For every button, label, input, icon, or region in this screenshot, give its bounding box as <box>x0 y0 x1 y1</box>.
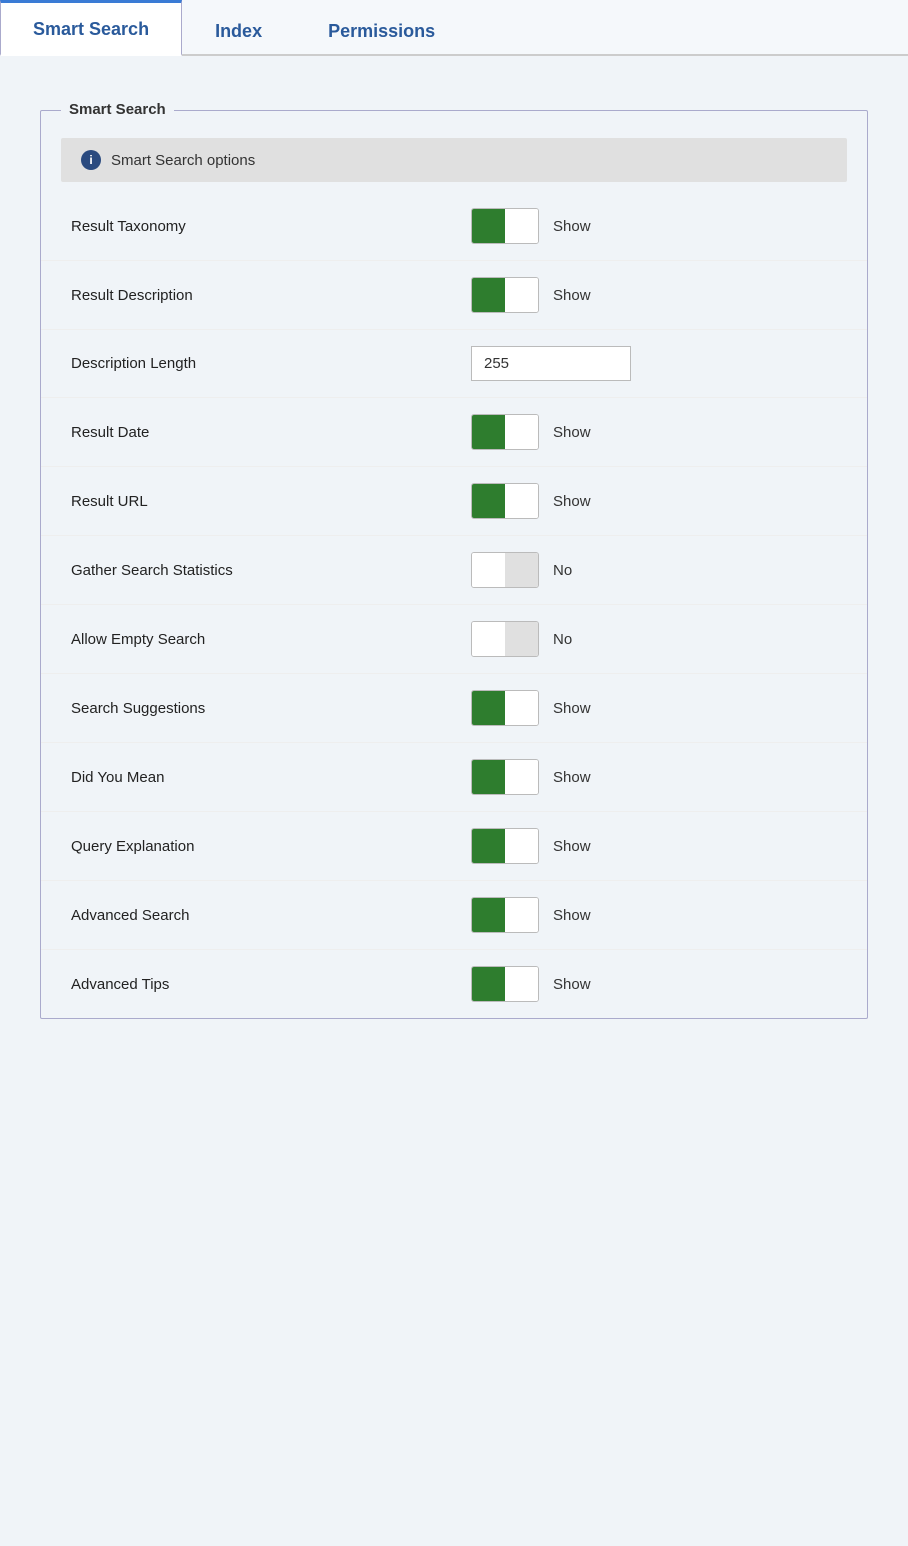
input-description-length[interactable] <box>471 346 631 381</box>
toggle-value-label-advanced-tips: Show <box>553 976 603 993</box>
field-control-description-length <box>471 346 631 381</box>
field-row-query-explanation: Query Explanation Show <box>41 812 867 881</box>
toggle-did-you-mean[interactable] <box>471 759 539 795</box>
toggle-value-label-query-explanation: Show <box>553 838 603 855</box>
info-bar-text: Smart Search options <box>111 152 255 169</box>
field-row-advanced-search: Advanced Search Show <box>41 881 867 950</box>
info-bar: i Smart Search options <box>61 138 847 182</box>
toggle-search-suggestions[interactable] <box>471 690 539 726</box>
field-label-result-date: Result Date <box>71 424 471 441</box>
field-row-gather-search-statistics: Gather Search Statistics No <box>41 536 867 605</box>
section-border: Smart Search i Smart Search options Resu… <box>40 110 868 1019</box>
field-row-did-you-mean: Did You Mean Show <box>41 743 867 812</box>
field-label-result-url: Result URL <box>71 493 471 510</box>
field-row-result-date: Result Date Show <box>41 398 867 467</box>
toggle-value-label-did-you-mean: Show <box>553 769 603 786</box>
toggle-gather-search-statistics[interactable] <box>471 552 539 588</box>
field-label-advanced-tips: Advanced Tips <box>71 976 471 993</box>
toggle-result-date[interactable] <box>471 414 539 450</box>
section-smart-search: Smart Search i Smart Search options Resu… <box>40 110 868 1019</box>
field-control-advanced-tips: Show <box>471 966 603 1002</box>
field-label-query-explanation: Query Explanation <box>71 838 471 855</box>
field-control-result-date: Show <box>471 414 603 450</box>
field-control-result-taxonomy: Show <box>471 208 603 244</box>
toggle-value-label-allow-empty-search: No <box>553 631 603 648</box>
field-row-advanced-tips: Advanced Tips Show <box>41 950 867 1018</box>
field-row-search-suggestions: Search Suggestions Show <box>41 674 867 743</box>
toggle-value-label-search-suggestions: Show <box>553 700 603 717</box>
field-row-result-taxonomy: Result Taxonomy Show <box>41 192 867 261</box>
toggle-advanced-search[interactable] <box>471 897 539 933</box>
info-icon: i <box>81 150 101 170</box>
toggle-value-label-gather-search-statistics: No <box>553 562 603 579</box>
field-control-allow-empty-search: No <box>471 621 603 657</box>
fields-container: Result Taxonomy Show Result Description Sho… <box>41 192 867 1018</box>
field-control-did-you-mean: Show <box>471 759 603 795</box>
field-row-result-url: Result URL Show <box>41 467 867 536</box>
tab-smart-search[interactable]: Smart Search <box>0 0 182 56</box>
field-label-search-suggestions: Search Suggestions <box>71 700 471 717</box>
field-control-advanced-search: Show <box>471 897 603 933</box>
field-label-description-length: Description Length <box>71 355 471 372</box>
field-control-result-description: Show <box>471 277 603 313</box>
toggle-result-taxonomy[interactable] <box>471 208 539 244</box>
field-control-result-url: Show <box>471 483 603 519</box>
toggle-query-explanation[interactable] <box>471 828 539 864</box>
tab-permissions[interactable]: Permissions <box>295 4 468 56</box>
field-control-search-suggestions: Show <box>471 690 603 726</box>
field-row-allow-empty-search: Allow Empty Search No <box>41 605 867 674</box>
field-label-did-you-mean: Did You Mean <box>71 769 471 786</box>
toggle-result-description[interactable] <box>471 277 539 313</box>
main-content: Smart Search i Smart Search options Resu… <box>0 56 908 1049</box>
section-title: Smart Search <box>61 101 174 118</box>
toggle-advanced-tips[interactable] <box>471 966 539 1002</box>
field-label-advanced-search: Advanced Search <box>71 907 471 924</box>
field-row-result-description: Result Description Show <box>41 261 867 330</box>
toggle-value-label-result-date: Show <box>553 424 603 441</box>
field-label-gather-search-statistics: Gather Search Statistics <box>71 562 471 579</box>
toggle-value-label-result-url: Show <box>553 493 603 510</box>
tab-index[interactable]: Index <box>182 4 295 56</box>
toggle-result-url[interactable] <box>471 483 539 519</box>
field-label-result-description: Result Description <box>71 287 471 304</box>
tabs-bar: Smart Search Index Permissions <box>0 0 908 56</box>
field-control-gather-search-statistics: No <box>471 552 603 588</box>
toggle-allow-empty-search[interactable] <box>471 621 539 657</box>
toggle-value-label-advanced-search: Show <box>553 907 603 924</box>
field-label-result-taxonomy: Result Taxonomy <box>71 218 471 235</box>
field-row-description-length: Description Length <box>41 330 867 398</box>
toggle-value-label-result-description: Show <box>553 287 603 304</box>
field-label-allow-empty-search: Allow Empty Search <box>71 631 471 648</box>
field-control-query-explanation: Show <box>471 828 603 864</box>
toggle-value-label-result-taxonomy: Show <box>553 218 603 235</box>
